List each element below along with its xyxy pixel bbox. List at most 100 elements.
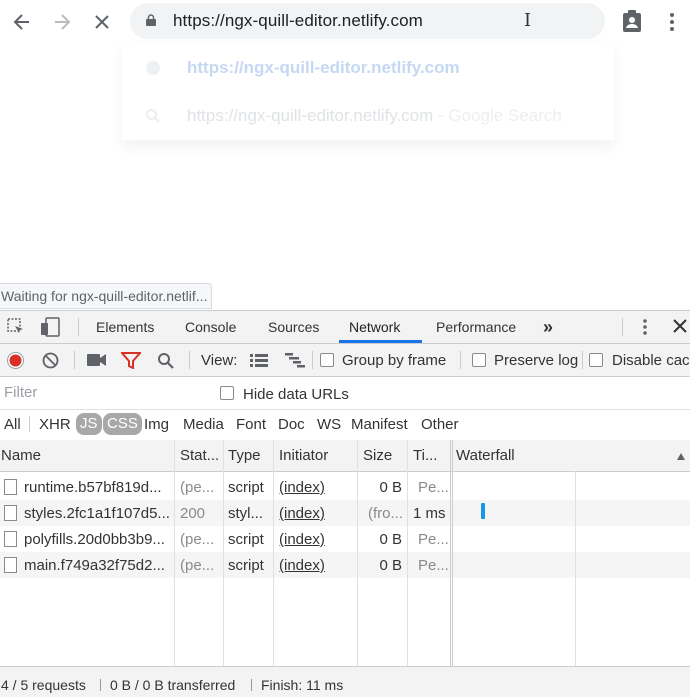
type-manifest[interactable]: Manifest xyxy=(351,416,408,433)
type-xhr[interactable]: XHR xyxy=(39,416,71,433)
more-tabs-button[interactable]: » xyxy=(543,311,553,343)
request-size: 0 B xyxy=(379,531,402,548)
url-text[interactable]: https://ngx-quill-editor.netlify.com xyxy=(173,11,423,31)
suggestion-url[interactable]: https://ngx-quill-editor.netlify.com xyxy=(187,58,460,78)
tab-elements[interactable]: Elements xyxy=(96,311,154,343)
type-css[interactable]: CSS xyxy=(103,413,142,435)
video-camera-icon xyxy=(87,354,106,366)
tab-sources[interactable]: Sources xyxy=(268,311,319,343)
column-divider xyxy=(357,440,358,666)
request-status: (pe... xyxy=(180,531,215,548)
column-time[interactable]: Ti... xyxy=(413,447,437,464)
type-ws[interactable]: WS xyxy=(317,416,341,433)
record-button[interactable] xyxy=(7,352,24,374)
extension-button[interactable] xyxy=(622,10,642,37)
screenshot-capture-button[interactable] xyxy=(87,353,107,372)
type-doc[interactable]: Doc xyxy=(278,416,305,433)
clear-icon xyxy=(42,352,59,369)
inspect-element-button[interactable] xyxy=(7,318,25,341)
hide-data-urls-label[interactable]: Hide data URLs xyxy=(243,386,349,403)
column-divider xyxy=(273,440,274,666)
stop-loading-button[interactable] xyxy=(86,6,118,38)
request-name[interactable]: main.f749a32f75d2... xyxy=(24,557,172,574)
type-all[interactable]: All xyxy=(4,416,21,433)
request-initiator[interactable]: (index) xyxy=(279,505,325,522)
divider xyxy=(312,351,313,369)
sort-ascending-icon xyxy=(676,448,686,466)
column-initiator[interactable]: Initiator xyxy=(279,447,328,464)
disable-cache-label[interactable]: Disable cach xyxy=(612,352,690,369)
request-initiator[interactable]: (index) xyxy=(279,531,325,548)
request-name[interactable]: runtime.b57bf819d... xyxy=(24,479,172,496)
device-icon xyxy=(41,317,60,337)
list-view-icon xyxy=(250,354,268,367)
type-font[interactable]: Font xyxy=(236,416,266,433)
request-initiator[interactable]: (index) xyxy=(279,557,325,574)
request-type: script xyxy=(228,531,264,548)
search-button[interactable] xyxy=(157,352,175,375)
divider xyxy=(100,679,101,691)
hide-data-urls-checkbox[interactable] xyxy=(220,386,234,400)
type-media[interactable]: Media xyxy=(183,416,224,433)
preserve-log-checkbox[interactable] xyxy=(472,353,486,367)
requests-table-header xyxy=(0,440,690,472)
record-icon xyxy=(7,352,24,369)
divider xyxy=(622,318,623,336)
column-name[interactable]: Name xyxy=(1,447,41,464)
search-icon xyxy=(146,109,160,123)
close-devtools-button[interactable] xyxy=(673,319,687,338)
clear-button[interactable] xyxy=(42,352,59,374)
active-tab-indicator xyxy=(339,340,422,343)
divider xyxy=(189,351,190,369)
request-initiator[interactable]: (index) xyxy=(279,479,325,496)
tab-performance[interactable]: Performance xyxy=(436,311,516,343)
column-divider xyxy=(450,440,451,666)
request-name[interactable]: polyfills.20d0bb3b9... xyxy=(24,531,172,548)
inspect-icon xyxy=(7,318,23,333)
divider xyxy=(251,679,252,691)
device-toolbar-button[interactable] xyxy=(40,317,60,342)
waterfall-bar xyxy=(481,503,485,519)
column-waterfall[interactable]: Waterfall xyxy=(456,447,515,464)
suggestion-search[interactable]: https://ngx-quill-editor.netlify.com - G… xyxy=(187,106,562,126)
finish-time: Finish: 11 ms xyxy=(261,677,344,693)
type-js[interactable]: JS xyxy=(76,413,102,435)
search-icon xyxy=(158,353,174,369)
globe-icon xyxy=(146,61,160,75)
view-label: View: xyxy=(201,352,238,369)
tab-network[interactable]: Network xyxy=(349,311,400,343)
column-size[interactable]: Size xyxy=(363,447,392,464)
column-divider xyxy=(407,440,408,666)
group-by-frame-label[interactable]: Group by frame xyxy=(342,352,446,369)
request-name[interactable]: styles.2fc1a1f107d5... xyxy=(24,505,172,522)
filter-icon xyxy=(119,352,143,370)
devtools-menu-button[interactable] xyxy=(639,318,651,341)
request-time: Pe... xyxy=(418,557,449,574)
filter-placeholder: Filter xyxy=(4,384,38,401)
tab-console[interactable]: Console xyxy=(185,311,236,343)
network-summary-bar xyxy=(0,666,690,697)
request-time: 1 ms xyxy=(413,505,446,522)
divider xyxy=(78,318,79,336)
large-rows-button[interactable] xyxy=(249,352,269,373)
overview-button[interactable] xyxy=(284,352,306,373)
column-type[interactable]: Type xyxy=(228,447,261,464)
column-divider xyxy=(452,440,453,666)
disable-cache-checkbox[interactable] xyxy=(589,353,603,367)
browser-menu-button[interactable] xyxy=(666,12,678,37)
preserve-log-label[interactable]: Preserve log xyxy=(494,352,578,369)
file-icon xyxy=(4,557,17,573)
filter-toggle-button[interactable] xyxy=(119,352,143,374)
divider xyxy=(74,351,75,369)
column-divider xyxy=(223,440,224,666)
back-button[interactable] xyxy=(6,6,38,38)
column-status[interactable]: Stat... xyxy=(180,447,219,464)
request-size: 0 B xyxy=(379,557,402,574)
type-other[interactable]: Other xyxy=(421,416,459,433)
forward-button[interactable] xyxy=(46,6,78,38)
transferred-size: 0 B / 0 B transferred xyxy=(110,677,236,693)
group-by-frame-checkbox[interactable] xyxy=(320,353,334,367)
request-size: (fro... xyxy=(368,505,404,522)
clipboard-account-icon xyxy=(623,10,641,32)
type-img[interactable]: Img xyxy=(144,416,169,433)
